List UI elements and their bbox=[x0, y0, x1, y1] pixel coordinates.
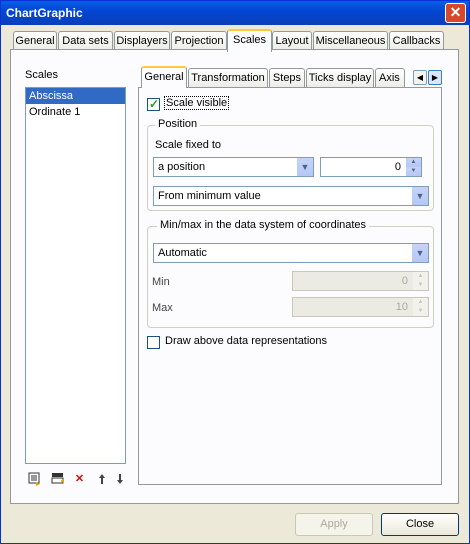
subtab-axis[interactable]: Axis bbox=[375, 68, 405, 88]
max-value: 10 bbox=[395, 301, 408, 313]
close-button[interactable]: Close bbox=[381, 513, 459, 536]
tab-layout[interactable]: Layout bbox=[272, 31, 312, 51]
scale-fixed-select[interactable]: a position ▼ bbox=[153, 157, 314, 177]
apply-button[interactable]: Apply bbox=[295, 513, 373, 536]
close-window-button[interactable]: ✕ bbox=[445, 3, 466, 23]
window-title: ChartGraphic bbox=[6, 6, 83, 20]
list-item-abscissa[interactable]: Abscissa bbox=[26, 88, 125, 104]
min-spinner: 0 ▲ ▼ bbox=[292, 271, 429, 291]
spin-up-icon: ▲ bbox=[413, 272, 428, 281]
max-spinner: 10 ▲ ▼ bbox=[292, 297, 429, 317]
draw-above-checkbox[interactable] bbox=[147, 336, 160, 349]
insert-scale-icon[interactable] bbox=[50, 472, 65, 487]
tab-data-sets[interactable]: Data sets bbox=[58, 31, 113, 51]
spin-down-icon: ▼ bbox=[413, 307, 428, 316]
scale-visible-checkbox[interactable]: ✓ bbox=[147, 97, 160, 111]
min-value: 0 bbox=[401, 275, 408, 287]
tab-scroll-right-icon[interactable]: ▶ bbox=[428, 70, 442, 85]
tab-general[interactable]: General bbox=[13, 31, 57, 51]
subtab-steps[interactable]: Steps bbox=[269, 68, 305, 88]
position-value: 0 bbox=[394, 161, 401, 173]
spin-down-icon: ▼ bbox=[413, 281, 428, 290]
scale-visible-label-wrap: Scale visible bbox=[164, 96, 230, 110]
spin-up-icon: ▲ bbox=[413, 298, 428, 307]
tab-callbacks[interactable]: Callbacks bbox=[389, 31, 444, 51]
tab-scroll-left-icon[interactable]: ◀ bbox=[413, 70, 427, 85]
spin-up-icon[interactable]: ▲ bbox=[406, 158, 421, 167]
move-down-icon[interactable] bbox=[112, 472, 127, 487]
chevron-down-icon[interactable]: ▼ bbox=[411, 187, 428, 205]
scales-listbox[interactable]: Abscissa Ordinate 1 bbox=[25, 87, 126, 464]
minmax-group-title: Min/max in the data system of coordinate… bbox=[157, 219, 370, 231]
checkmark-icon: ✓ bbox=[149, 97, 160, 111]
scale-fixed-value: a position bbox=[158, 161, 206, 173]
minmax-mode-select[interactable]: Automatic ▼ bbox=[153, 243, 429, 263]
max-label: Max bbox=[152, 302, 173, 314]
subtab-ticks-display[interactable]: Ticks display bbox=[306, 68, 374, 88]
position-mode-value: From minimum value bbox=[158, 190, 261, 202]
move-up-icon[interactable] bbox=[94, 472, 109, 487]
subtab-transformation[interactable]: Transformation bbox=[188, 68, 268, 88]
tab-scales[interactable]: Scales bbox=[227, 29, 272, 52]
min-label: Min bbox=[152, 276, 170, 288]
chevron-down-icon[interactable]: ▼ bbox=[296, 158, 313, 176]
new-scale-icon[interactable] bbox=[26, 472, 41, 487]
tab-miscellaneous[interactable]: Miscellaneous bbox=[313, 31, 388, 51]
list-item-ordinate-1[interactable]: Ordinate 1 bbox=[26, 104, 125, 120]
tab-projection[interactable]: Projection bbox=[171, 31, 227, 51]
minmax-mode-value: Automatic bbox=[158, 247, 207, 259]
position-group-title: Position bbox=[155, 118, 201, 130]
spin-down-icon[interactable]: ▼ bbox=[406, 167, 421, 176]
position-value-spinner[interactable]: 0 ▲ ▼ bbox=[320, 157, 422, 177]
position-mode-select[interactable]: From minimum value ▼ bbox=[153, 186, 429, 206]
scales-list-label: Scales bbox=[25, 69, 59, 81]
chevron-down-icon[interactable]: ▼ bbox=[411, 244, 428, 262]
subtab-general[interactable]: General bbox=[141, 66, 187, 88]
title-bar: ChartGraphic ✕ bbox=[1, 1, 469, 25]
scale-visible-label: Scale visible bbox=[164, 96, 230, 110]
scale-fixed-label: Scale fixed to bbox=[155, 139, 222, 151]
tab-displayers[interactable]: Displayers bbox=[114, 31, 170, 51]
delete-icon[interactable]: ✕ bbox=[72, 472, 87, 487]
draw-above-label: Draw above data representations bbox=[165, 335, 328, 347]
